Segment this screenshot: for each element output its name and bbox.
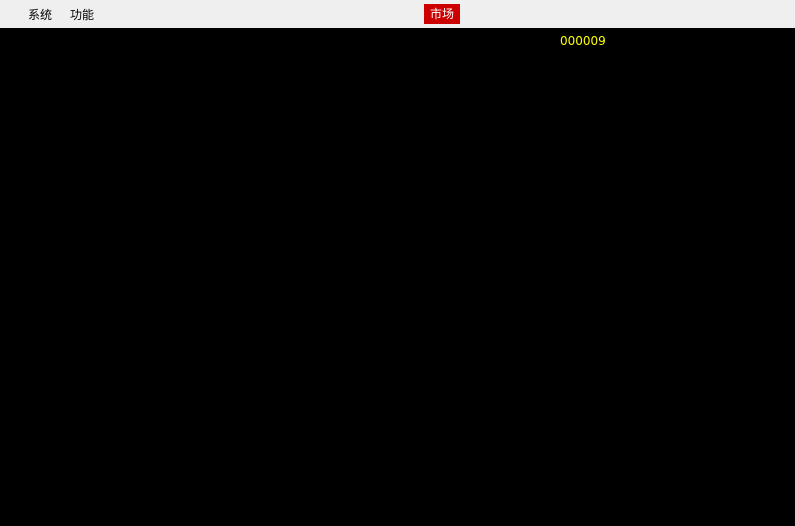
menu-function[interactable]: 功能	[70, 6, 94, 23]
stock-code: 000009	[560, 34, 606, 48]
menu-bar: 系统 功能 市场	[0, 0, 795, 28]
market-tab[interactable]: 市场	[424, 4, 460, 24]
menu-system[interactable]: 系统	[28, 6, 52, 23]
